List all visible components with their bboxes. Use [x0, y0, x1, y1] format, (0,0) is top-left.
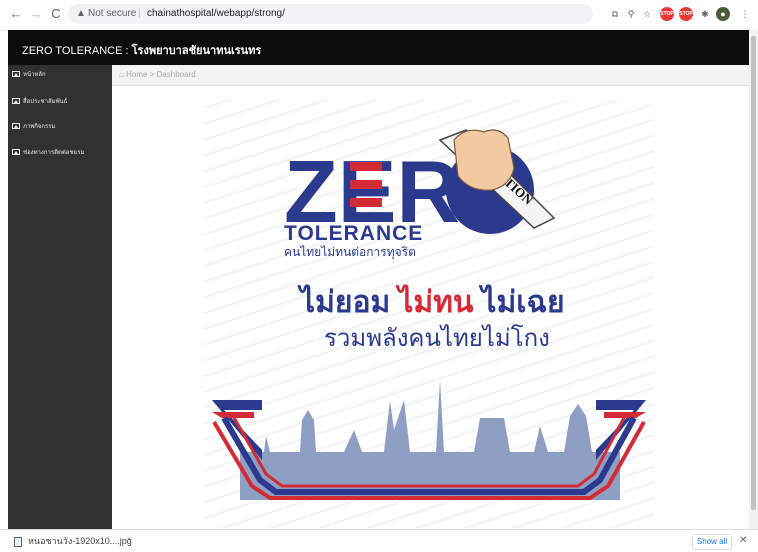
breadcrumb-bar: ⌂ Home > Dashboard	[112, 65, 749, 86]
stop-icon[interactable]: STOP	[679, 7, 693, 21]
show-all-button[interactable]: Show all	[692, 534, 732, 550]
omnibox-divider: |	[138, 8, 141, 19]
menu-icon[interactable]: ⋮	[738, 7, 752, 21]
slogan-line-2: รวมพลังคนไทยไม่โกง	[324, 324, 550, 352]
skyline-silhouette	[240, 380, 620, 500]
zoom-icon[interactable]: ⚲	[624, 7, 638, 21]
sidebar-item-contact[interactable]: ช่องทางการติดต่อชมรม	[8, 143, 112, 163]
forward-button[interactable]: →	[28, 6, 44, 22]
chevron-up-icon[interactable]: ^	[127, 534, 131, 548]
stop-icon[interactable]: STOP	[660, 7, 674, 21]
sidebar-item-home[interactable]: หน้าหลัก	[8, 65, 112, 85]
slogan-part-2: ไม่ทน	[395, 284, 474, 320]
translate-icon[interactable]: ⧉	[608, 7, 622, 21]
hospital-name: โรงพยาบาลชัยนาทนเรนทร	[131, 45, 262, 57]
home-icon[interactable]: ⌂	[119, 70, 126, 79]
sidebar: หน้าหลัก สื่อประชาสัมพันธ์ ภาพกิจกรรม ช่…	[8, 65, 112, 529]
security-status: Not secure	[88, 8, 137, 19]
image-icon	[12, 71, 20, 77]
app-header: ZERO TOLERANCE : โรงพยาบาลชัยนาทนเรนทร	[8, 30, 749, 65]
image-icon	[12, 98, 20, 104]
logo-stripe	[350, 180, 382, 189]
page-title: ZERO TOLERANCE : โรงพยาบาลชัยนาทนเรนทร	[22, 41, 261, 59]
reload-button[interactable]: C	[48, 6, 64, 22]
sidebar-item-label: สื่อประชาสัมพันธ์	[23, 99, 68, 105]
warning-triangle-icon: ▲	[76, 8, 86, 19]
sidebar-item-label: ช่องทางการติดต่อชมรม	[23, 150, 85, 156]
logo-tolerance-text: TOLERANCE	[284, 222, 423, 245]
breadcrumb-text[interactable]: Home > Dashboard	[126, 70, 196, 79]
poster-graphic: ZERO CORRUPTION TOLERANCE คนไทยไม่ทนต่อก…	[212, 129, 646, 500]
sidebar-item-label: ภาพกิจกรรม	[23, 124, 56, 130]
download-filename[interactable]: หนอชานวัง-1920x10....jpg	[28, 536, 132, 546]
slogan-part-3: ไม่เฉย	[478, 284, 564, 320]
puzzle-icon[interactable]: ✱	[698, 7, 712, 21]
zero-tolerance-poster: ZERO CORRUPTION TOLERANCE คนไทยไม่ทนต่อก…	[204, 100, 654, 528]
sidebar-item-label: หน้าหลัก	[23, 72, 46, 78]
scrollbar-thumb[interactable]	[751, 36, 756, 510]
main-content: ZERO CORRUPTION TOLERANCE คนไทยไม่ทนต่อก…	[112, 86, 749, 529]
app-name: ZERO TOLERANCE :	[22, 45, 132, 57]
fist-icon	[453, 129, 515, 191]
profile-icon[interactable]: ●	[716, 7, 730, 21]
page-scrollbar[interactable]	[749, 30, 758, 529]
breadcrumb: ⌂ Home > Dashboard	[119, 65, 196, 85]
logo-stripe	[350, 162, 382, 171]
sidebar-item-pr-media[interactable]: สื่อประชาสัมพันธ์	[8, 92, 112, 112]
star-icon[interactable]: ☆	[640, 7, 654, 21]
image-icon	[12, 123, 20, 129]
download-shelf: หนอชานวัง-1920x10....jpg ^ Show all ✕	[0, 529, 758, 552]
sidebar-item-activities[interactable]: ภาพกิจกรรม	[8, 117, 112, 137]
slogan-part-1: ไม่ยอม	[297, 284, 390, 320]
download-item[interactable]: หนอชานวัง-1920x10....jpg	[14, 534, 132, 548]
address-bar[interactable]: ▲ Not secure | chainathospital/webapp/st…	[68, 4, 593, 24]
close-icon[interactable]: ✕	[739, 534, 747, 548]
image-icon	[12, 149, 20, 155]
back-button[interactable]: ←	[8, 6, 24, 22]
logo-thai-tagline: คนไทยไม่ทนต่อการทุจริต	[284, 245, 416, 260]
image-file-icon	[14, 536, 22, 547]
slogan-line-1: ไม่ยอม ไม่ทน ไม่เฉย	[297, 284, 565, 320]
url-text[interactable]: chainathospital/webapp/strong/	[147, 4, 285, 24]
browser-toolbar: ← → C ▲ Not secure | chainathospital/web…	[0, 0, 758, 31]
logo-stripe	[350, 198, 382, 207]
